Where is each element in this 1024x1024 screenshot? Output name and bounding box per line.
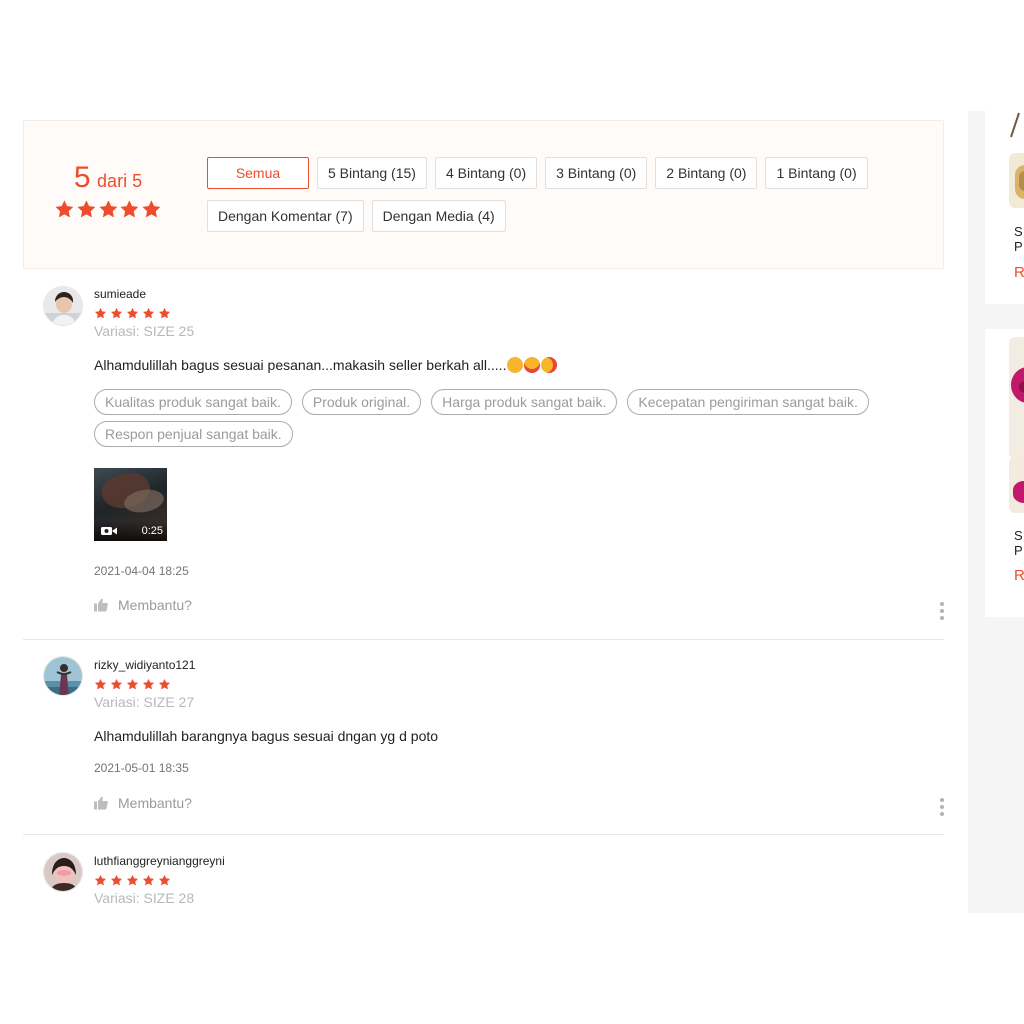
rating-overview: 5 dari 5 Semua 5 Bintang (15) 4 Bintang … — [23, 120, 944, 269]
review-variation: Variasi: SIZE 25 — [94, 323, 195, 339]
user-photo-image — [44, 657, 82, 695]
filter-1-star-button[interactable]: 1 Bintang (0) — [765, 157, 868, 189]
user-photo-image — [44, 287, 82, 325]
video-camera-icon — [101, 527, 117, 535]
star-icon — [110, 307, 123, 319]
review-username[interactable]: sumieade — [94, 269, 944, 301]
star-icon — [126, 874, 139, 886]
star-icon — [55, 200, 74, 218]
star-icon — [158, 307, 171, 319]
star-icon — [77, 200, 96, 218]
more-vertical-icon[interactable] — [940, 602, 944, 620]
recommendation-sidebar: S P R S P R — [968, 111, 1024, 913]
avatar[interactable] — [43, 852, 83, 892]
review-video-thumbnail[interactable]: 0:25 — [94, 468, 167, 541]
star-icon — [110, 678, 123, 690]
heart-eyes-icon — [524, 357, 541, 373]
filter-with-media-button[interactable]: Dengan Media (4) — [371, 200, 506, 232]
product-card[interactable]: S P R — [985, 111, 1024, 304]
product-image — [1009, 457, 1024, 513]
product-image — [1010, 112, 1020, 138]
thumbs-up-icon — [94, 796, 108, 810]
star-icon — [94, 678, 107, 690]
product-title: S — [1014, 528, 1023, 543]
smiling-face-with-hearts-icon — [507, 357, 524, 373]
product-price: R — [1014, 264, 1024, 281]
filter-5-star-button[interactable]: 5 Bintang (15) — [317, 157, 427, 189]
filter-4-star-button[interactable]: 4 Bintang (0) — [434, 157, 538, 189]
helpful-button[interactable]: Membantu? — [94, 795, 944, 811]
star-icon — [126, 678, 139, 690]
star-icon — [94, 307, 107, 319]
review-tag: Harga produk sangat baik. — [431, 389, 618, 415]
star-icon — [142, 874, 155, 886]
product-subtitle: P — [1014, 543, 1023, 558]
review-timestamp: 2021-04-04 18:25 — [94, 564, 189, 578]
star-icon — [142, 200, 161, 218]
star-icon — [94, 874, 107, 886]
review-comment: Alhamdulillah bagus sesuai pesanan...mak… — [94, 357, 944, 373]
review-variation: Variasi: SIZE 28 — [94, 890, 195, 906]
product-title: S — [1014, 224, 1023, 239]
filter-with-comment-button[interactable]: Dengan Komentar (7) — [207, 200, 364, 232]
review-stars — [94, 874, 944, 887]
review-tag: Kecepatan pengiriman sangat baik. — [627, 389, 869, 415]
rating-score-box: 5 dari 5 — [54, 161, 162, 220]
product-image — [1009, 337, 1024, 459]
rating-filters: Semua 5 Bintang (15) 4 Bintang (0) 3 Bin… — [207, 157, 927, 243]
product-image — [1009, 153, 1024, 208]
review-tags: Kualitas produk sangat baik. Produk orig… — [94, 389, 894, 447]
review-comment-text: Alhamdulillah bagus sesuai pesanan...mak… — [94, 357, 507, 373]
more-vertical-icon[interactable] — [940, 798, 944, 816]
review-tag: Produk original. — [301, 389, 422, 415]
product-ratings-section: 5 dari 5 Semua 5 Bintang (15) 4 Bintang … — [23, 120, 944, 925]
star-icon — [99, 200, 117, 218]
review-item: luthfianggreynianggreyni Variasi: SIZE 2… — [23, 835, 944, 925]
review-item: sumieade Variasi: SIZE 25 Alhamdulillah … — [23, 269, 944, 640]
thumbs-up-icon — [94, 598, 108, 612]
filter-3-star-button[interactable]: 3 Bintang (0) — [545, 157, 648, 189]
review-tag: Respon penjual sangat baik. — [94, 421, 293, 447]
review-username[interactable]: luthfianggreynianggreyni — [94, 835, 944, 868]
rating-score-value: 5 — [73, 161, 91, 194]
review-stars — [94, 307, 944, 320]
review-variation: Variasi: SIZE 27 — [94, 694, 195, 710]
review-timestamp: 2021-05-01 18:35 — [94, 761, 189, 775]
helpful-label: Membantu? — [118, 795, 192, 811]
product-price: R — [1014, 567, 1024, 584]
avatar[interactable] — [43, 656, 83, 696]
rating-score: 5 dari 5 — [54, 161, 162, 195]
user-photo-image — [44, 853, 82, 891]
rating-score-suffix: dari 5 — [97, 171, 143, 191]
star-icon — [110, 874, 123, 886]
star-icon — [142, 307, 155, 319]
review-username[interactable]: rizky_widiyanto121 — [94, 640, 944, 672]
face-blowing-kiss-icon — [541, 357, 558, 373]
star-icon — [142, 678, 155, 690]
review-stars — [94, 678, 944, 691]
video-duration: 0:25 — [141, 525, 163, 537]
product-card[interactable]: S P R — [985, 329, 1024, 617]
review-item: rizky_widiyanto121 Variasi: SIZE 27 Alha… — [23, 640, 944, 835]
filter-2-star-button[interactable]: 2 Bintang (0) — [655, 157, 758, 189]
helpful-button[interactable]: Membantu? — [94, 597, 944, 613]
star-icon — [120, 200, 139, 218]
rating-overall-stars — [54, 199, 162, 220]
review-comment: Alhamdulillah barangnya bagus sesuai dng… — [94, 728, 439, 744]
product-subtitle: P — [1014, 239, 1023, 254]
helpful-label: Membantu? — [118, 597, 192, 613]
star-icon — [158, 874, 171, 886]
star-icon — [158, 678, 171, 690]
review-tag: Kualitas produk sangat baik. — [94, 389, 292, 415]
star-icon — [126, 307, 139, 319]
avatar[interactable] — [43, 286, 83, 326]
filter-all-button[interactable]: Semua — [207, 157, 309, 189]
